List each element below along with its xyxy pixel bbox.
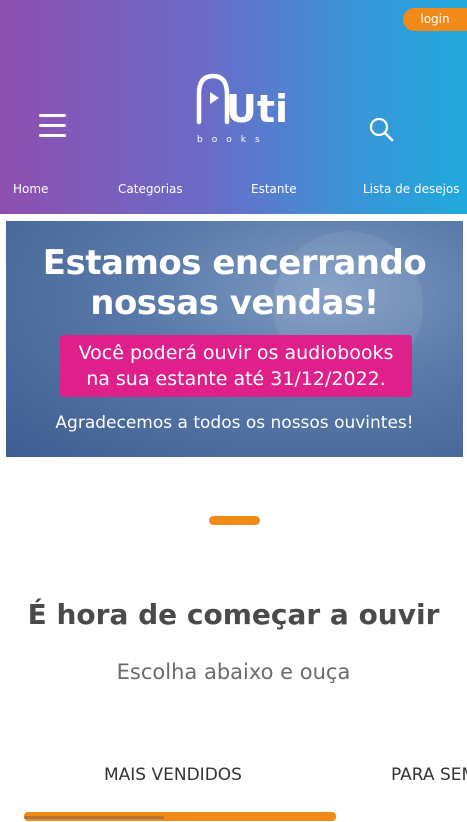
- tab-para-sempre-wrapper: PARA SEMPRE: [389, 760, 467, 792]
- nav-home[interactable]: Home: [13, 182, 48, 196]
- hamburger-menu-icon[interactable]: [39, 114, 66, 138]
- tab-para-sempre[interactable]: PARA SEMPRE: [391, 765, 467, 785]
- nav-estante[interactable]: Estante: [251, 182, 297, 196]
- app-header: login Uti books Home Categorias Estante …: [0, 0, 467, 214]
- horizontal-scrollbar[interactable]: [24, 816, 164, 819]
- banner-title-line2: nossas vendas!: [90, 283, 379, 323]
- search-icon[interactable]: [368, 116, 394, 142]
- banner-title-line1: Estamos encerrando: [42, 243, 427, 283]
- login-button[interactable]: login: [403, 8, 467, 31]
- section-subtitle: Escolha abaixo e ouça: [116, 660, 351, 684]
- announcement-banner[interactable]: Estamos encerrando nossas vendas! Você p…: [6, 221, 463, 457]
- nav-lista-desejos[interactable]: Lista de desejos: [363, 182, 460, 196]
- banner-highlight-line2: na sua estante até 31/12/2022.: [86, 368, 386, 390]
- logo-subtitle: books: [197, 135, 269, 145]
- autibooks-logo[interactable]: Uti books: [193, 70, 285, 146]
- main-nav: Home Categorias Estante Lista de desejos: [0, 178, 467, 204]
- nav-categorias[interactable]: Categorias: [118, 182, 183, 196]
- logo-wordmark: Uti: [226, 87, 285, 131]
- banner-highlight-line1: Você poderá ouvir os audiobooks: [78, 342, 394, 364]
- banner-footer-text: Agradecemos a todos os nossos ouvintes!: [55, 413, 414, 433]
- section-divider: [209, 516, 260, 525]
- banner-highlight-box: Você poderá ouvir os audiobooks na sua e…: [60, 335, 412, 397]
- tab-mais-vendidos[interactable]: MAIS VENDIDOS: [104, 765, 242, 785]
- section-title: É hora de começar a ouvir: [27, 598, 440, 631]
